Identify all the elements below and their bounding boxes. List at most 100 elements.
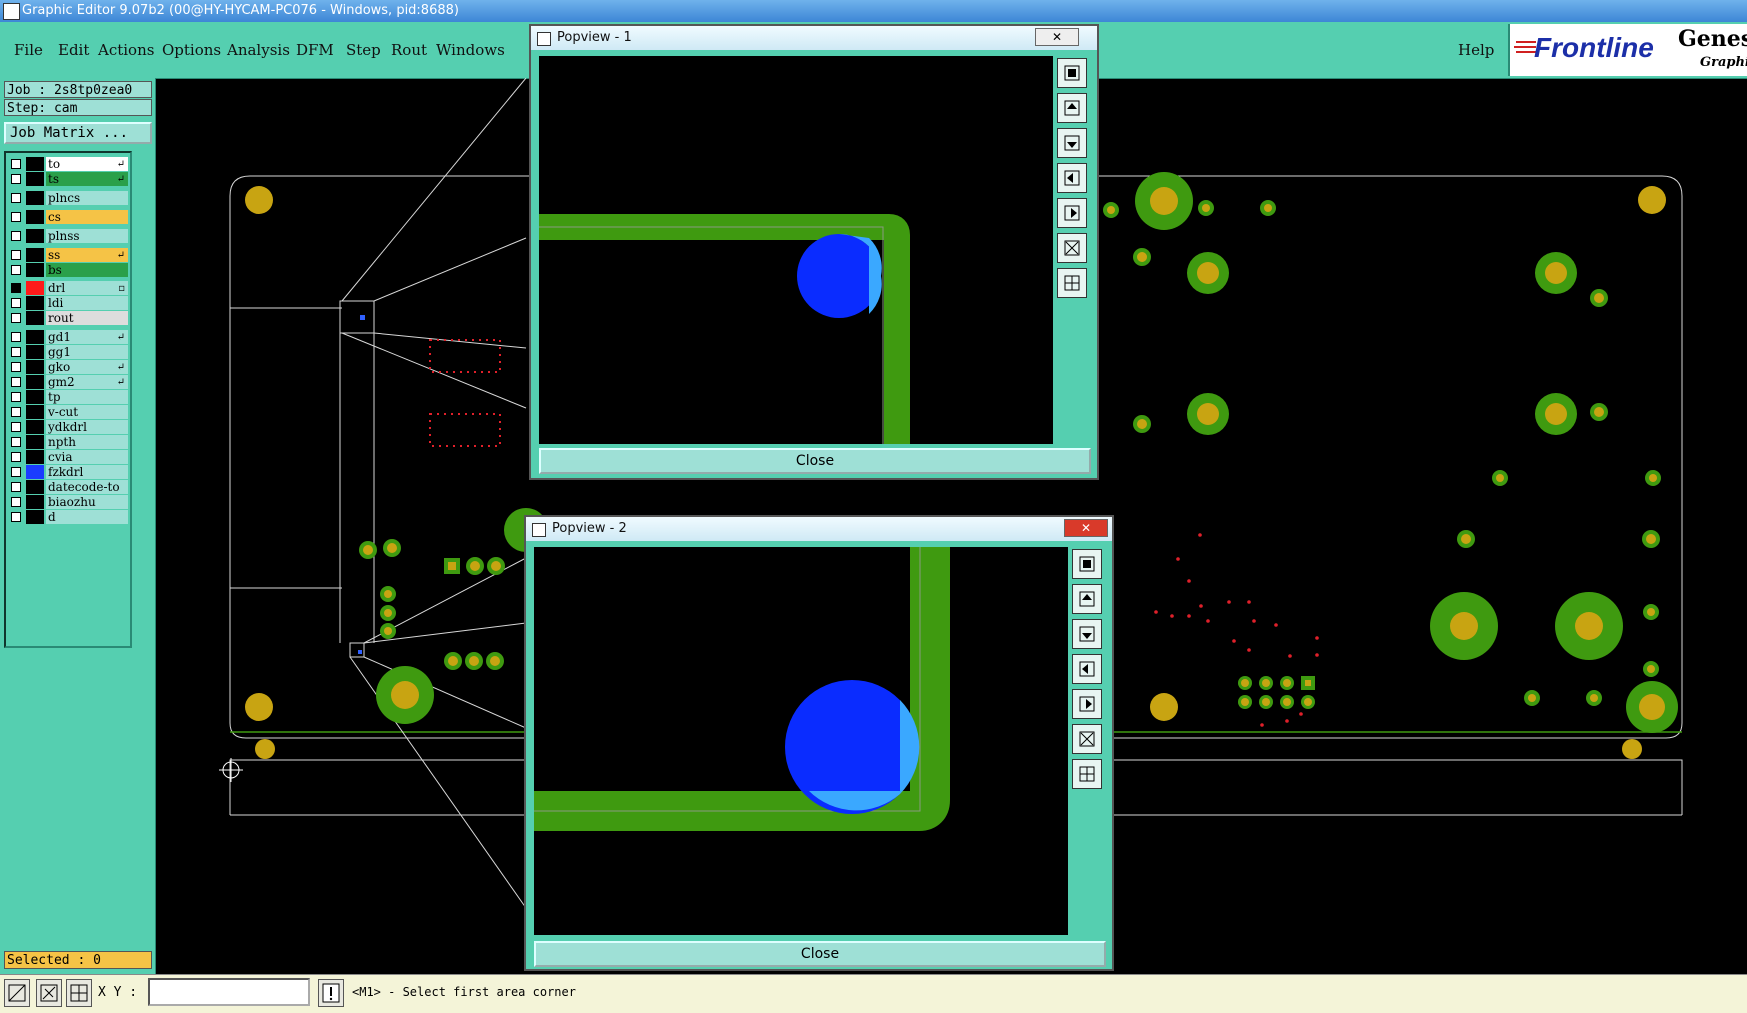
pan-right-icon[interactable] — [1057, 198, 1087, 228]
pan-left-icon[interactable] — [1057, 163, 1087, 193]
layer-name[interactable]: ts ↵ — [46, 172, 128, 186]
layer-row-cvia[interactable]: cvia — [8, 450, 128, 464]
layer-row-bs[interactable]: bs — [8, 263, 128, 277]
layer-row-to[interactable]: to ↵ — [8, 157, 128, 171]
layer-row-drl[interactable]: drl ▫ — [8, 281, 128, 295]
layer-row-datecode-to[interactable]: datecode-to — [8, 480, 128, 494]
layer-color-swatch[interactable] — [26, 480, 44, 494]
layer-name[interactable]: plncs — [46, 191, 128, 205]
layer-color-swatch[interactable] — [26, 281, 44, 295]
popview-2-titlebar[interactable]: Popview - 2 ✕ — [526, 517, 1112, 541]
layer-color-swatch[interactable] — [26, 465, 44, 479]
menu-analysis[interactable]: Analysis — [227, 41, 290, 59]
layer-name[interactable]: ydkdrl — [46, 420, 128, 434]
layer-name[interactable]: biaozhu — [46, 495, 128, 509]
layer-checkbox[interactable] — [11, 283, 21, 293]
menu-windows[interactable]: Windows — [436, 41, 505, 59]
layer-color-swatch[interactable] — [26, 157, 44, 171]
layer-row-v-cut[interactable]: v-cut — [8, 405, 128, 419]
zoom-home-icon[interactable] — [1057, 58, 1087, 88]
layer-color-swatch[interactable] — [26, 375, 44, 389]
layer-checkbox[interactable] — [11, 347, 21, 357]
layer-name[interactable]: plnss — [46, 229, 128, 243]
layer-color-swatch[interactable] — [26, 248, 44, 262]
layer-color-swatch[interactable] — [26, 510, 44, 524]
layer-row-plncs[interactable]: plncs — [8, 191, 128, 205]
layer-name[interactable]: datecode-to — [46, 480, 128, 494]
layer-checkbox[interactable] — [11, 362, 21, 372]
layer-checkbox[interactable] — [11, 377, 21, 387]
layer-name[interactable]: ldi — [46, 296, 128, 310]
layer-checkbox[interactable] — [11, 265, 21, 275]
pan-up-icon[interactable] — [1072, 584, 1102, 614]
layer-color-swatch[interactable] — [26, 360, 44, 374]
layer-checkbox[interactable] — [11, 422, 21, 432]
layer-row-fzkdrl[interactable]: fzkdrl — [8, 465, 128, 479]
layer-name[interactable]: d — [46, 510, 128, 524]
layer-color-swatch[interactable] — [26, 450, 44, 464]
layer-checkbox[interactable] — [11, 231, 21, 241]
layer-checkbox[interactable] — [11, 332, 21, 342]
layer-row-tp[interactable]: tp — [8, 390, 128, 404]
layer-name[interactable]: cs — [46, 210, 128, 224]
layer-row-ss[interactable]: ss ↵ — [8, 248, 128, 262]
layer-color-swatch[interactable] — [26, 330, 44, 344]
pan-down-icon[interactable] — [1072, 619, 1102, 649]
layer-checkbox[interactable] — [11, 250, 21, 260]
popview-1-close-button[interactable]: Close — [539, 448, 1091, 474]
layer-color-swatch[interactable] — [26, 345, 44, 359]
layer-color-swatch[interactable] — [26, 191, 44, 205]
layer-row-rout[interactable]: rout — [8, 311, 128, 325]
menu-step[interactable]: Step — [346, 41, 381, 59]
xy-input[interactable] — [148, 978, 310, 1006]
popview-1-close-icon[interactable]: ✕ — [1035, 28, 1079, 46]
alert-icon[interactable] — [318, 979, 344, 1007]
layer-name[interactable]: gm2 ↵ — [46, 375, 128, 389]
layer-row-gm2[interactable]: gm2 ↵ — [8, 375, 128, 389]
layer-color-swatch[interactable] — [26, 420, 44, 434]
layer-checkbox[interactable] — [11, 313, 21, 323]
layer-name[interactable]: cvia — [46, 450, 128, 464]
layer-checkbox[interactable] — [11, 437, 21, 447]
menu-rout[interactable]: Rout — [391, 41, 427, 59]
layer-name[interactable]: fzkdrl — [46, 465, 128, 479]
layer-name[interactable]: rout — [46, 311, 128, 325]
layer-name[interactable]: tp — [46, 390, 128, 404]
layer-checkbox[interactable] — [11, 174, 21, 184]
pan-left-icon[interactable] — [1072, 654, 1102, 684]
popview-2-close-button[interactable]: Close — [534, 941, 1106, 967]
layer-row-biaozhu[interactable]: biaozhu — [8, 495, 128, 509]
layer-row-cs[interactable]: cs — [8, 210, 128, 224]
measure-icon[interactable] — [36, 979, 62, 1007]
popview-1-canvas[interactable] — [539, 56, 1053, 444]
layer-name[interactable]: bs — [46, 263, 128, 277]
layer-row-plnss[interactable]: plnss — [8, 229, 128, 243]
snap-icon[interactable] — [4, 979, 30, 1007]
layer-color-swatch[interactable] — [26, 435, 44, 449]
layer-name[interactable]: npth — [46, 435, 128, 449]
layer-color-swatch[interactable] — [26, 210, 44, 224]
zoom-in-icon[interactable] — [1072, 724, 1102, 754]
layer-name[interactable]: gko ↵ — [46, 360, 128, 374]
layer-row-npth[interactable]: npth — [8, 435, 128, 449]
layer-name[interactable]: v-cut — [46, 405, 128, 419]
zoom-out-icon[interactable] — [1057, 268, 1087, 298]
menu-actions[interactable]: Actions — [98, 41, 154, 59]
layer-color-swatch[interactable] — [26, 390, 44, 404]
popview-1-titlebar[interactable]: Popview - 1 ✕ — [531, 26, 1097, 50]
layer-checkbox[interactable] — [11, 159, 21, 169]
layer-color-swatch[interactable] — [26, 229, 44, 243]
layer-color-swatch[interactable] — [26, 296, 44, 310]
menu-dfm[interactable]: DFM — [296, 41, 334, 59]
zoom-out-icon[interactable] — [1072, 759, 1102, 789]
layer-row-gko[interactable]: gko ↵ — [8, 360, 128, 374]
layer-color-swatch[interactable] — [26, 172, 44, 186]
zoom-home-icon[interactable] — [1072, 549, 1102, 579]
pan-right-icon[interactable] — [1072, 689, 1102, 719]
layer-checkbox[interactable] — [11, 212, 21, 222]
layer-name[interactable]: to ↵ — [46, 157, 128, 171]
layer-checkbox[interactable] — [11, 497, 21, 507]
popview-2-close-icon[interactable]: ✕ — [1064, 519, 1108, 537]
layer-row-d[interactable]: d — [8, 510, 128, 524]
layer-checkbox[interactable] — [11, 467, 21, 477]
